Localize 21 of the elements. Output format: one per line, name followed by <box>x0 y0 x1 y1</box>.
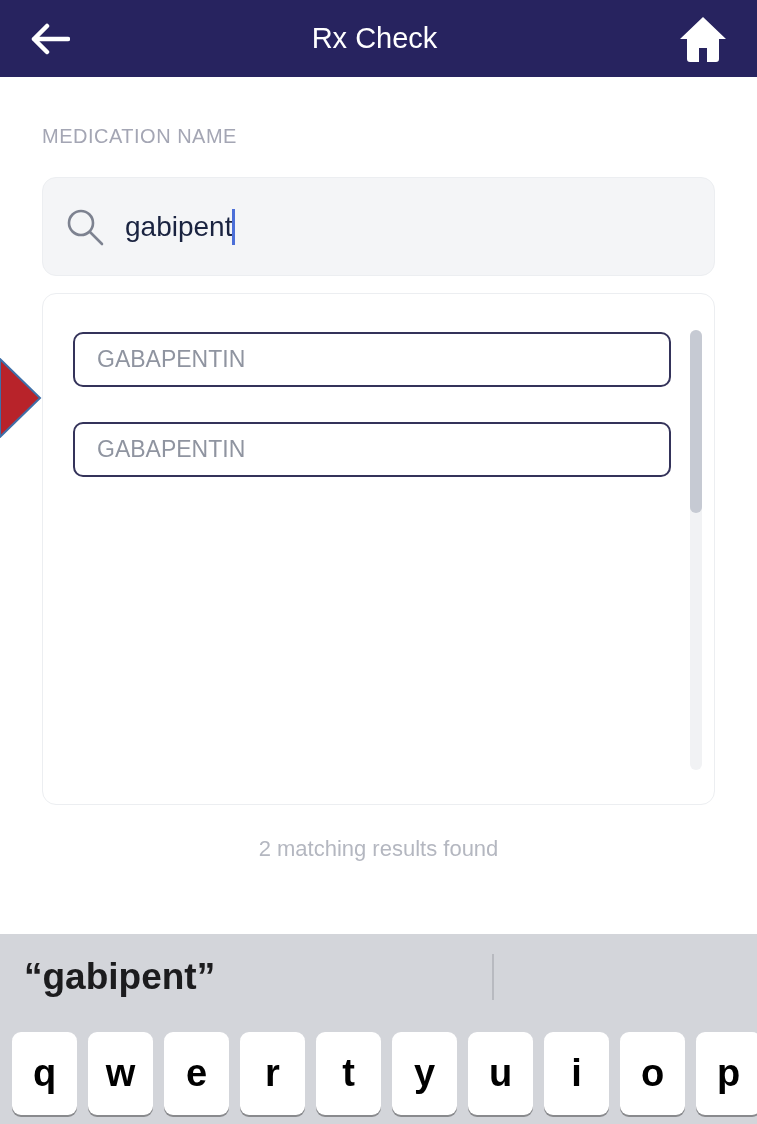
pointer-arrow-icon <box>0 358 42 438</box>
keyboard-key[interactable]: r <box>240 1032 305 1115</box>
back-arrow-icon <box>30 22 70 55</box>
search-field[interactable]: gabipent <box>42 177 715 276</box>
keyboard-key[interactable]: u <box>468 1032 533 1115</box>
result-count: 2 matching results found <box>257 835 500 863</box>
keyboard-key[interactable]: i <box>544 1032 609 1115</box>
screen-title: Rx Check <box>311 20 438 56</box>
suggestion[interactable]: “gabipent” <box>0 949 240 1005</box>
keyboard-key[interactable]: p <box>696 1032 757 1115</box>
home-icon <box>678 14 728 63</box>
text-cursor <box>232 208 236 245</box>
scroll-thumb[interactable] <box>690 330 702 513</box>
keyboard-key[interactable]: w <box>88 1032 153 1115</box>
keyboard-key[interactable]: e <box>164 1032 229 1115</box>
keyboard-key[interactable]: t <box>316 1032 381 1115</box>
keyboard-key[interactable]: o <box>620 1032 685 1115</box>
keyboard-key[interactable]: y <box>392 1032 457 1115</box>
keyboard-key[interactable]: q <box>12 1032 77 1115</box>
field-label: MEDICATION NAME <box>42 124 238 149</box>
search-text: gabipent <box>125 209 233 244</box>
